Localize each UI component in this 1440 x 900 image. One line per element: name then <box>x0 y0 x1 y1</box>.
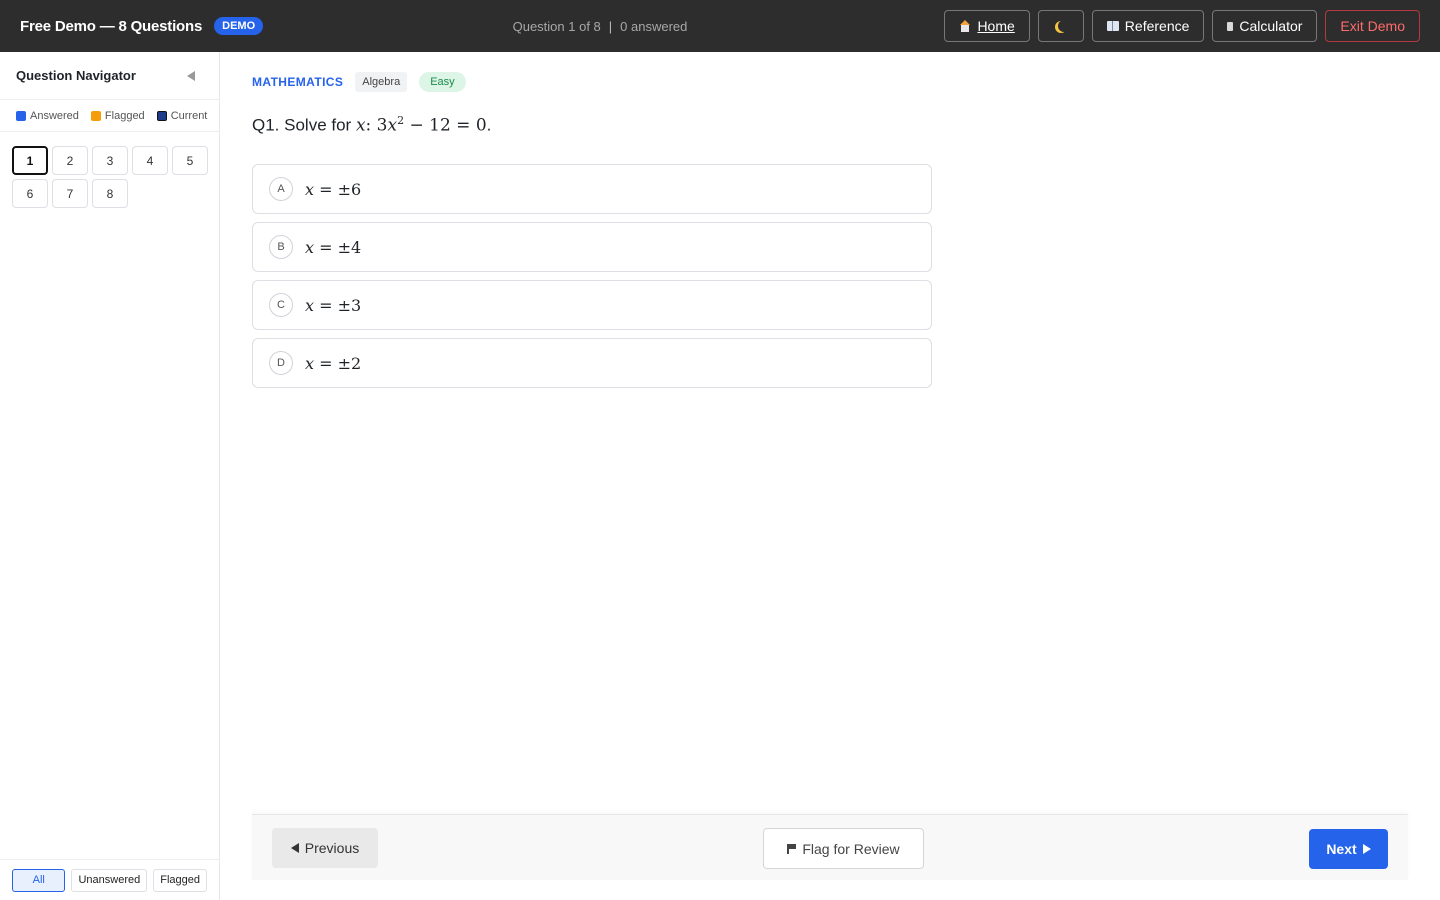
question-button-6[interactable]: 6 <box>12 179 48 208</box>
equation-part-2: − 12 = 0 <box>404 115 487 136</box>
navigator-header: Question Navigator <box>0 52 219 100</box>
theme-toggle-button[interactable] <box>1037 10 1084 42</box>
filter-all-button[interactable]: All <box>12 868 66 892</box>
option-text: 𝑥 = ±6 <box>305 179 362 199</box>
equation-part-1: 3𝑥 <box>371 115 398 136</box>
next-label: Next <box>1326 841 1357 857</box>
question-grid: 1 2 3 4 5 6 7 8 <box>0 132 219 222</box>
top-actions: Home Reference Calculator Exit Demo <box>944 10 1420 42</box>
legend-answered: Answered <box>16 110 79 122</box>
flag-for-review-button[interactable]: Flag for Review <box>763 828 924 869</box>
question-button-5[interactable]: 5 <box>172 146 208 175</box>
legend-answered-label: Answered <box>30 109 79 122</box>
progress-separator: | <box>608 18 613 34</box>
next-button[interactable]: Next <box>1309 829 1388 869</box>
flag-label: Flag for Review <box>802 840 900 857</box>
previous-button[interactable]: Previous <box>272 828 378 868</box>
filter-flagged-button[interactable]: Flagged <box>153 868 207 892</box>
legend-flagged-label: Flagged <box>104 109 145 122</box>
answer-options: A 𝑥 = ±6 B 𝑥 = ±4 C 𝑥 = ±3 D 𝑥 = ±2 <box>252 164 932 388</box>
chevron-left-icon <box>290 843 299 853</box>
question-progress: Question 1 of 8 <box>512 18 601 34</box>
collapse-sidebar-icon[interactable] <box>187 70 195 81</box>
option-c[interactable]: C 𝑥 = ±3 <box>252 280 932 330</box>
option-letter: A <box>269 177 293 201</box>
bottom-navigation: Previous Flag for Review Next <box>252 814 1408 880</box>
question-prefix: Q1. Solve for <box>252 115 356 135</box>
reference-label: Reference <box>1124 18 1190 34</box>
question-tags: MATHEMATICS Algebra Easy <box>252 72 466 92</box>
option-letter: B <box>269 235 293 259</box>
topic-tag: Algebra <box>355 72 408 92</box>
flag-icon <box>787 843 796 854</box>
home-label: Home <box>977 18 1015 34</box>
difficulty-badge: Easy <box>419 72 466 92</box>
question-button-8[interactable]: 8 <box>92 179 128 208</box>
question-button-2[interactable]: 2 <box>52 146 88 175</box>
option-letter: D <box>269 351 293 375</box>
option-text: 𝑥 = ±4 <box>305 237 362 257</box>
option-text: 𝑥 = ±3 <box>305 295 362 315</box>
option-b[interactable]: B 𝑥 = ±4 <box>252 222 932 272</box>
reference-button[interactable]: Reference <box>1091 10 1205 42</box>
navigator-title: Question Navigator <box>16 68 136 83</box>
question-navigator-sidebar: Question Navigator Answered Flagged Curr… <box>0 52 220 900</box>
filter-bar: All Unanswered Flagged <box>0 859 219 900</box>
calculator-icon <box>1227 21 1234 31</box>
book-icon <box>1106 21 1119 31</box>
previous-label: Previous <box>304 840 360 856</box>
exit-label: Exit Demo <box>1340 18 1405 34</box>
question-button-3[interactable]: 3 <box>92 146 128 175</box>
legend-current: Current <box>156 109 208 122</box>
answered-swatch <box>16 110 26 121</box>
question-button-4[interactable]: 4 <box>132 146 168 175</box>
answered-count: 0 answered <box>620 18 688 34</box>
moon-icon <box>1058 20 1070 32</box>
legend-current-label: Current <box>170 109 208 122</box>
current-swatch <box>156 110 167 121</box>
question-button-7[interactable]: 7 <box>52 179 88 208</box>
calculator-label: Calculator <box>1239 18 1303 34</box>
option-letter: C <box>269 293 293 317</box>
question-variable: 𝑥 <box>355 115 366 136</box>
exit-demo-button[interactable]: Exit Demo <box>1325 10 1420 42</box>
option-d[interactable]: D 𝑥 = ±2 <box>252 338 932 388</box>
filter-unanswered-button[interactable]: Unanswered <box>71 868 148 892</box>
calculator-button[interactable]: Calculator <box>1212 10 1318 42</box>
option-a[interactable]: A 𝑥 = ±6 <box>252 164 932 214</box>
question-button-1[interactable]: 1 <box>12 146 48 175</box>
subject-label: MATHEMATICS <box>252 75 344 89</box>
top-bar: Free Demo — 8 Questions DEMO Question 1 … <box>0 0 1440 52</box>
chevron-right-icon <box>1362 844 1371 854</box>
legend-flagged: Flagged <box>90 109 145 122</box>
status-legend: Answered Flagged Current <box>0 100 219 132</box>
flagged-swatch <box>90 110 101 121</box>
option-text: 𝑥 = ±2 <box>305 353 362 373</box>
home-icon <box>959 20 971 32</box>
question-end: . <box>486 115 492 135</box>
home-button[interactable]: Home <box>944 10 1030 42</box>
question-text: Q1. Solve for 𝑥: 3𝑥2 − 12 = 0. <box>252 114 491 136</box>
